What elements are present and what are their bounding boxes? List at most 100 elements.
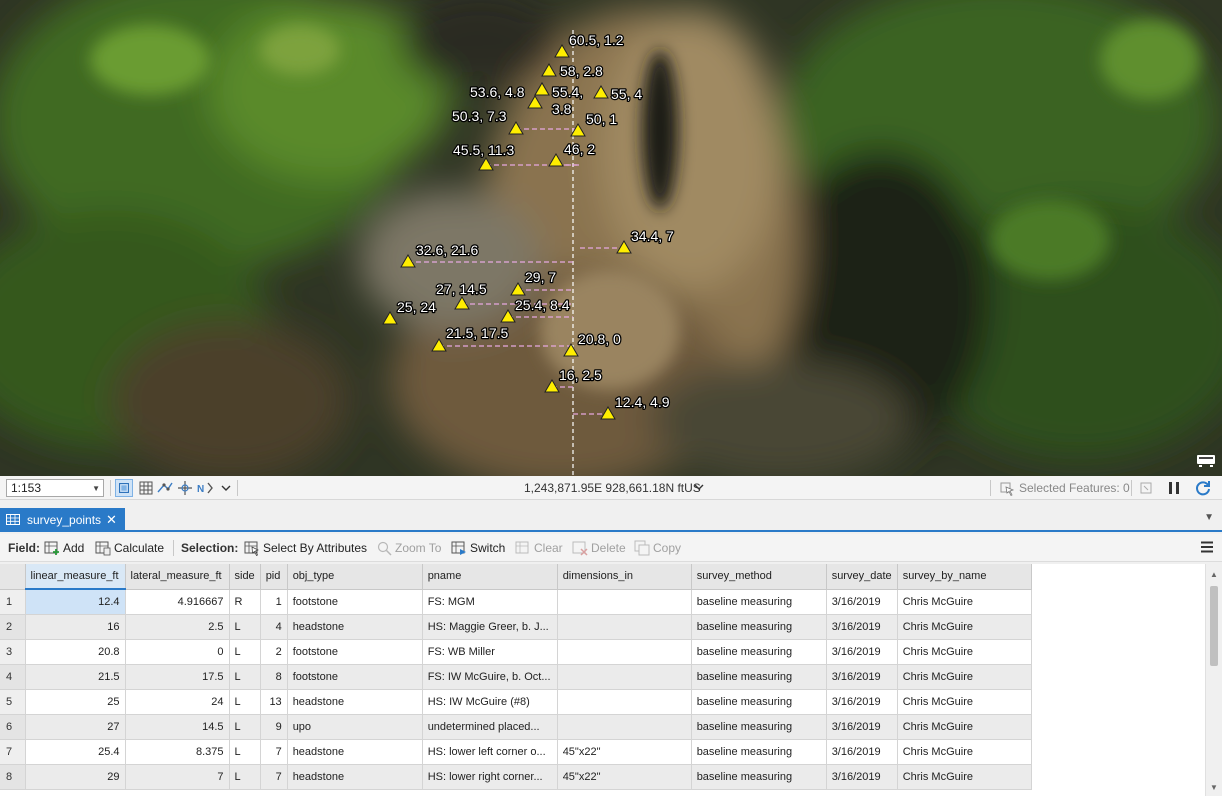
pause-drawing-icon[interactable] (1165, 479, 1183, 497)
table-row[interactable]: 1 12.4 4.916667 R 1 footstone FS: MGM baseline … (0, 589, 1032, 615)
table-cell[interactable]: Chris McGuire (897, 764, 1032, 790)
table-cell[interactable]: 3/16/2019 (826, 739, 898, 765)
point-marker-triangle-icon[interactable] (431, 338, 447, 352)
column-header-pname[interactable]: pname (422, 564, 558, 590)
column-header-obj-type[interactable]: obj_type (287, 564, 423, 590)
select-by-attributes-button[interactable]: Select By Attributes (244, 539, 367, 557)
point-marker-triangle-icon[interactable] (500, 309, 516, 323)
point-marker-triangle-icon[interactable] (554, 44, 570, 58)
column-header-pid[interactable]: pid (260, 564, 288, 590)
clear-selection-button[interactable]: Clear (515, 539, 563, 557)
table-cell[interactable]: baseline measuring (691, 714, 827, 740)
table-cell[interactable]: 24 (125, 689, 230, 715)
table-cell[interactable]: L (229, 614, 261, 640)
attribute-table[interactable]: linear_measure_ft lateral_measure_ft side p… (0, 564, 1222, 796)
constraints-icon[interactable] (176, 479, 194, 497)
row-header-corner[interactable] (0, 564, 26, 590)
table-row[interactable]: 3 20.8 0 L 2 footstone FS: WB Miller baseline m… (0, 639, 1032, 665)
table-cell[interactable]: R (229, 589, 261, 615)
tab-survey-points[interactable]: survey_points ✕ (0, 508, 125, 532)
table-cell[interactable]: baseline measuring (691, 614, 827, 640)
table-cell[interactable]: 4 (260, 614, 288, 640)
table-row[interactable]: 8 29 7 L 7 headstone HS: lower right corner...… (0, 764, 1032, 790)
table-cell[interactable]: headstone (287, 614, 423, 640)
table-cell[interactable]: HS: lower right corner... (422, 764, 558, 790)
table-cell[interactable]: 29 (25, 764, 126, 790)
table-row[interactable]: 4 21.5 17.5 L 8 footstone FS: IW McGuire, b. O… (0, 664, 1032, 690)
copy-button[interactable]: Copy (634, 539, 681, 557)
table-cell[interactable]: 3/16/2019 (826, 664, 898, 690)
refresh-disabled-icon[interactable] (1137, 479, 1155, 497)
table-cell[interactable]: baseline measuring (691, 764, 827, 790)
table-cell[interactable] (557, 589, 692, 615)
delete-button[interactable]: Delete (572, 539, 626, 557)
table-cell[interactable]: L (229, 739, 261, 765)
table-cell[interactable] (557, 689, 692, 715)
survey-point[interactable]: 45.5, 11.3 (452, 141, 516, 171)
table-cell[interactable]: 3/16/2019 (826, 714, 898, 740)
add-field-button[interactable]: Add (44, 539, 84, 557)
table-cell[interactable]: baseline measuring (691, 589, 827, 615)
point-marker-triangle-icon[interactable] (563, 343, 579, 357)
calculate-field-button[interactable]: Calculate (95, 539, 164, 557)
table-cell[interactable]: 14.5 (125, 714, 230, 740)
chevron-down-icon[interactable]: ▼ (1204, 512, 1214, 523)
survey-point[interactable]: 60.5, 1.2 (554, 31, 625, 58)
table-cell[interactable] (557, 639, 692, 665)
survey-point[interactable]: 55.4, (534, 82, 584, 101)
table-cell[interactable]: 7 (125, 764, 230, 790)
point-marker-triangle-icon[interactable] (454, 296, 470, 310)
map-tips-icon[interactable] (1196, 454, 1216, 468)
row-number[interactable]: 4 (0, 664, 26, 690)
table-cell[interactable]: baseline measuring (691, 689, 827, 715)
table-cell[interactable]: Chris McGuire (897, 614, 1032, 640)
row-number[interactable]: 5 (0, 689, 26, 715)
table-cell[interactable]: FS: MGM (422, 589, 558, 615)
survey-point[interactable]: 50, 1 (570, 110, 619, 137)
table-cell[interactable]: Chris McGuire (897, 689, 1032, 715)
point-marker-triangle-icon[interactable] (510, 282, 526, 296)
survey-point[interactable]: 34.4, 7 (616, 227, 675, 254)
point-marker-triangle-icon[interactable] (508, 121, 524, 135)
column-header-survey-method[interactable]: survey_method (691, 564, 827, 590)
table-cell[interactable]: 45"x22" (557, 764, 692, 790)
row-number[interactable]: 8 (0, 764, 26, 790)
column-header-dimensions-in[interactable]: dimensions_in (557, 564, 692, 590)
table-cell[interactable]: 16 (25, 614, 126, 640)
point-marker-triangle-icon[interactable] (544, 379, 560, 393)
table-cell[interactable]: 1 (260, 589, 288, 615)
scroll-down-icon[interactable]: ▼ (1210, 783, 1218, 792)
point-marker-triangle-icon[interactable] (541, 63, 557, 77)
close-icon[interactable]: ✕ (106, 512, 117, 528)
table-cell[interactable]: 8 (260, 664, 288, 690)
table-cell[interactable]: 12.4 (25, 589, 126, 615)
scroll-up-icon[interactable]: ▲ (1210, 570, 1218, 579)
table-row[interactable]: 2 16 2.5 L 4 headstone HS: Maggie Greer, b. J.… (0, 614, 1032, 640)
table-cell[interactable]: L (229, 664, 261, 690)
column-header-survey-by-name[interactable]: survey_by_name (897, 564, 1032, 590)
zoom-to-button[interactable]: Zoom To (376, 539, 441, 557)
survey-point[interactable]: 12.4, 4.9 (600, 393, 671, 420)
table-cell[interactable]: L (229, 639, 261, 665)
table-cell[interactable]: 25.4 (25, 739, 126, 765)
table-cell[interactable]: Chris McGuire (897, 739, 1032, 765)
selected-features-icon[interactable] (998, 479, 1016, 497)
table-cell[interactable] (557, 664, 692, 690)
table-cell[interactable]: FS: IW McGuire, b. Oct... (422, 664, 558, 690)
switch-selection-button[interactable]: Switch (451, 539, 505, 557)
point-marker-triangle-icon[interactable] (600, 406, 616, 420)
survey-point-markers[interactable]: 60.5, 1.2 58, 2.8 53.6, 4.8 55.4, 55, 4 3.8 50… (382, 31, 675, 420)
point-marker-triangle-icon[interactable] (382, 311, 398, 325)
survey-point[interactable]: 55, 4 (593, 85, 644, 103)
table-cell[interactable]: 27 (25, 714, 126, 740)
fixed-zoom-icon[interactable] (115, 479, 133, 497)
snapping-icon[interactable] (156, 479, 174, 497)
row-number[interactable]: 6 (0, 714, 26, 740)
table-cell[interactable]: 2.5 (125, 614, 230, 640)
table-cell[interactable]: HS: IW McGuire (#8) (422, 689, 558, 715)
table-cell[interactable]: baseline measuring (691, 739, 827, 765)
refresh-icon[interactable] (1194, 479, 1212, 497)
point-marker-triangle-icon[interactable] (400, 254, 416, 268)
table-cell[interactable]: HS: lower left corner o... (422, 739, 558, 765)
column-header-lateral-measure-ft[interactable]: lateral_measure_ft (125, 564, 230, 590)
